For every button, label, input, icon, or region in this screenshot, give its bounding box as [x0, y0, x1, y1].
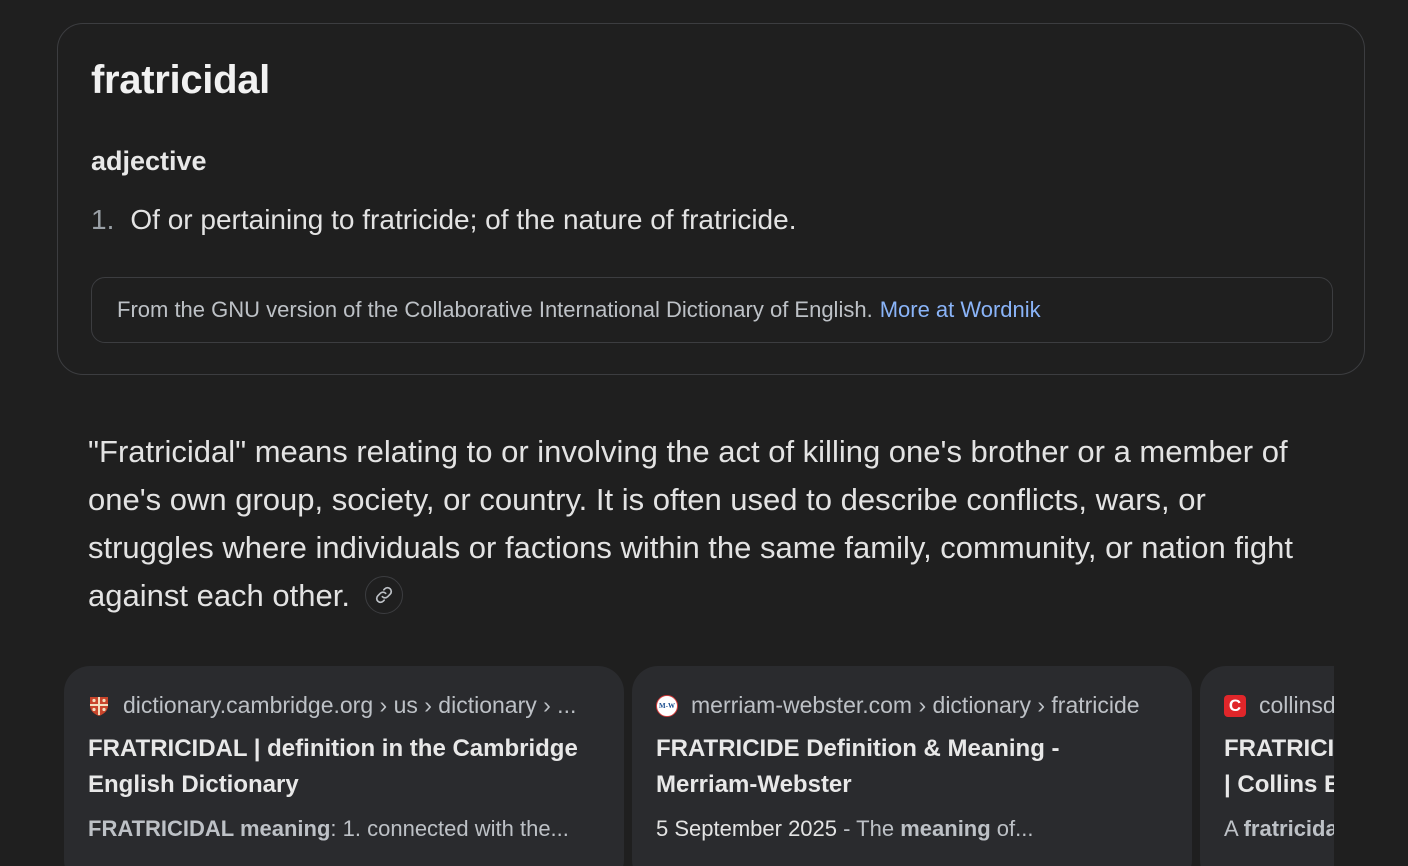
collins-icon: C: [1224, 694, 1246, 717]
snippet-pre: A: [1224, 816, 1244, 841]
search-results-page: fratricidal adjective 1. Of or pertaining…: [0, 0, 1408, 866]
source-snippet: 5 September 2025 - The meaning of...: [656, 816, 1033, 842]
snippet-text: of...: [990, 816, 1034, 841]
source-title-link[interactable]: FRATRICIDAL | Collins English Dictionary: [1224, 731, 1334, 803]
source-card-collins[interactable]: C collinsdictionary.com FRATRICIDAL | Co…: [1200, 666, 1334, 866]
dictionary-attribution: From the GNU version of the Collaborativ…: [91, 277, 1333, 343]
snippet-separator: - The: [837, 816, 901, 841]
definition-text: Of or pertaining to fratricide; of the n…: [130, 204, 797, 235]
source-snippet: A fratricidal war: [1224, 816, 1334, 842]
dictionary-headword: fratricidal: [91, 58, 270, 102]
snippet-date: 5 September 2025: [656, 816, 838, 841]
snippet-text: : 1. connected with the...: [330, 816, 569, 841]
snippet-bold: fratricidal: [1243, 816, 1334, 841]
snippet-bold: FRATRICIDAL meaning: [88, 816, 331, 841]
ai-overview-summary: "Fratricidal" means relating to or invol…: [88, 428, 1338, 620]
source-card-cambridge[interactable]: dictionary.cambridge.org › us › dictiona…: [64, 666, 624, 866]
summary-text: "Fratricidal" means relating to or invol…: [88, 434, 1293, 613]
source-title-link[interactable]: FRATRICIDAL | definition in the Cambridg…: [88, 731, 598, 803]
source-title-line1: FRATRICIDAL: [1224, 735, 1334, 762]
collins-icon-letter: C: [1228, 695, 1242, 715]
merriam-webster-icon: M-W: [656, 694, 678, 717]
attribution-text: From the GNU version of the Collaborativ…: [117, 297, 873, 322]
definition-number: 1.: [91, 204, 115, 235]
source-title-line2: | Collins English Dictionary: [1224, 771, 1334, 798]
source-site-url: merriam-webster.com › dictionary › fratr…: [691, 692, 1140, 718]
cambridge-crest-icon: [88, 695, 110, 717]
source-site-row: C collinsdictionary.com: [1224, 692, 1334, 719]
dictionary-card: fratricidal adjective 1. Of or pertaining…: [57, 23, 1365, 375]
source-site-url: dictionary.cambridge.org › us › dictiona…: [123, 692, 577, 718]
source-site-row: dictionary.cambridge.org › us › dictiona…: [88, 692, 576, 719]
source-card-merriam-webster[interactable]: M-W merriam-webster.com › dictionary › f…: [632, 666, 1192, 866]
more-at-wordnik-link[interactable]: More at Wordnik: [880, 297, 1041, 323]
source-snippet: FRATRICIDAL meaning: 1. connected with t…: [88, 816, 569, 842]
source-site-row: M-W merriam-webster.com › dictionary › f…: [656, 692, 1140, 719]
source-card-collins-clip: C collinsdictionary.com FRATRICIDAL | Co…: [1200, 666, 1334, 866]
link-icon[interactable]: [364, 575, 403, 614]
snippet-bold: meaning: [900, 816, 991, 841]
part-of-speech: adjective: [91, 146, 207, 176]
source-title-link[interactable]: FRATRICIDE Definition & Meaning - Merria…: [656, 731, 1166, 803]
source-site-url: collinsdictionary.com: [1259, 692, 1334, 718]
merriam-webster-icon-text: M-W: [659, 701, 675, 710]
definition-item: 1. Of or pertaining to fratricide; of the…: [91, 204, 796, 236]
